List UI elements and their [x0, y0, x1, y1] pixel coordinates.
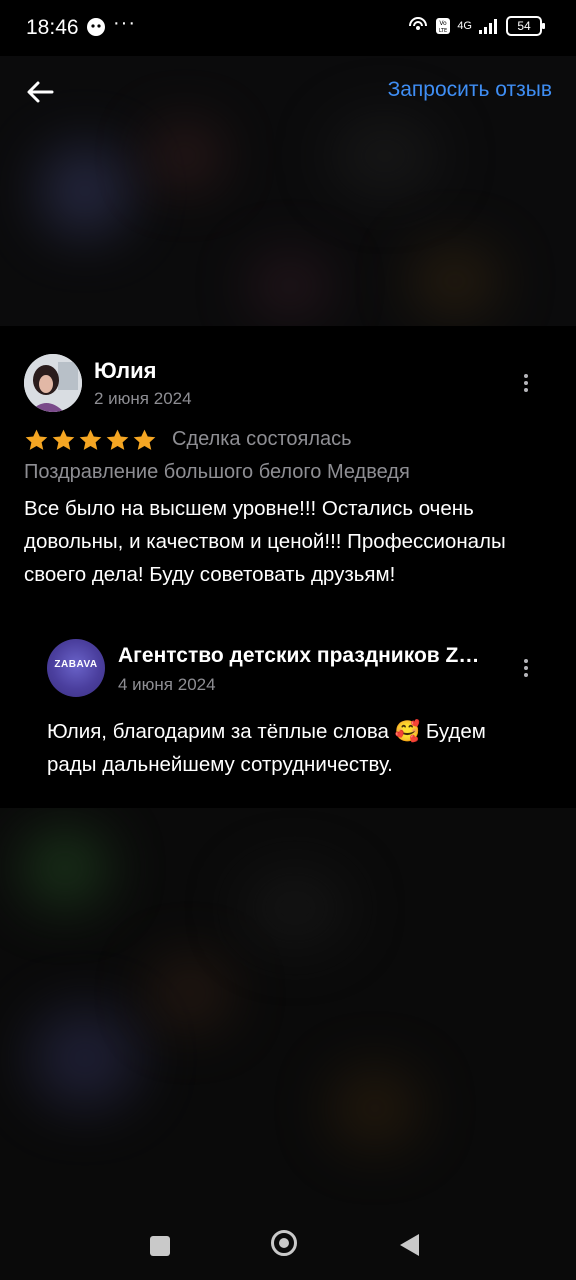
status-bar: 18:46 ··· Vo LTE 4G 54	[0, 0, 576, 56]
recents-button[interactable]	[150, 1236, 170, 1256]
author-name: Юлия	[94, 358, 157, 383]
home-button[interactable]	[271, 1230, 297, 1256]
dot-icon	[524, 374, 528, 378]
deal-status: Сделка состоялась	[172, 428, 352, 450]
svg-text:Vo: Vo	[440, 20, 448, 27]
review-date: 2 июня 2024	[94, 389, 192, 408]
reply-menu-button[interactable]	[514, 656, 538, 680]
back-arrow-icon[interactable]	[22, 74, 58, 110]
star-icon	[79, 429, 102, 450]
status-indicators: Vo LTE 4G 54	[407, 16, 545, 36]
system-back-button[interactable]	[400, 1234, 419, 1256]
status-more-icon: ···	[113, 12, 136, 34]
review-card: Юлия 2 июня 2024 Сделка состоялась Поздр…	[0, 326, 576, 808]
agency-avatar[interactable]: ZABAVA	[47, 639, 105, 697]
hotspot-icon	[409, 17, 428, 30]
blurred-content-area	[0, 808, 576, 1210]
message-icon	[87, 18, 105, 36]
battery-icon: 54	[506, 16, 545, 36]
status-time: 18:46	[26, 16, 79, 39]
dot-icon	[524, 381, 528, 385]
agency-logo-text: ZABAVA	[54, 659, 98, 670]
service-name: Поздравление большого белого Медведя	[24, 461, 410, 483]
reply-date: 4 июня 2024	[118, 675, 216, 694]
signal-icon	[479, 19, 497, 34]
dot-icon	[524, 659, 528, 663]
request-review-button[interactable]: Запросить отзыв	[388, 78, 552, 102]
review-text: Все было на высшем уровне!!! Остались оч…	[24, 497, 506, 586]
star-icon	[25, 429, 48, 450]
star-icon	[106, 429, 129, 450]
system-nav-bar	[0, 1210, 576, 1280]
reply-author: Агентство детских праздников ZABAVA	[118, 644, 488, 667]
star-icon	[133, 429, 156, 450]
network-type: 4G	[457, 20, 472, 32]
rating-stars	[24, 428, 157, 453]
dot-icon	[524, 673, 528, 677]
dot-icon	[524, 388, 528, 392]
star-icon	[52, 429, 75, 450]
reply-text: Юлия, благодарим за тёплые слова 🥰 Будем…	[47, 720, 486, 776]
dot-icon	[524, 666, 528, 670]
volte-icon: Vo LTE	[436, 18, 451, 34]
avatar[interactable]	[24, 354, 82, 412]
review-menu-button[interactable]	[514, 371, 538, 395]
avatar-photo	[24, 354, 82, 412]
svg-text:LTE: LTE	[439, 28, 447, 34]
